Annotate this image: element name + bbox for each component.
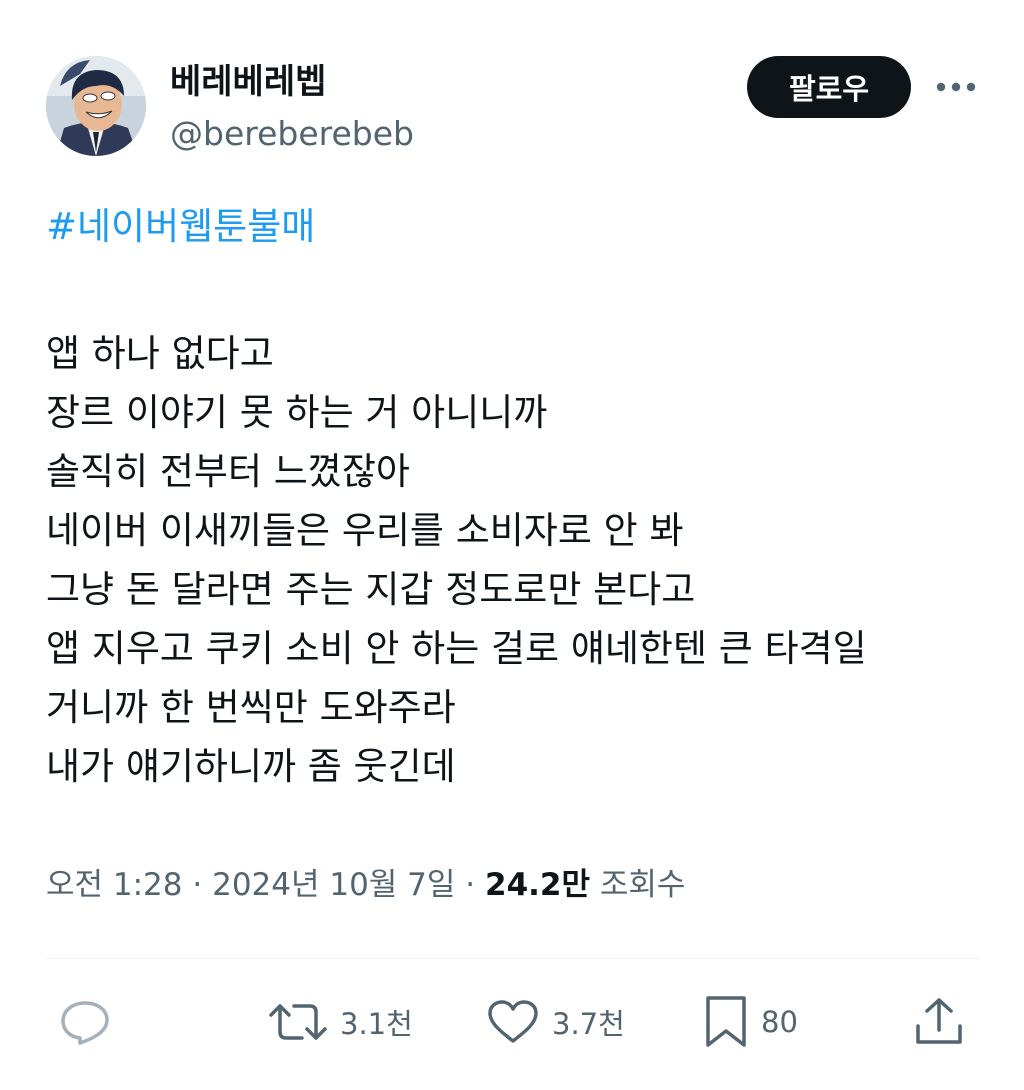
retweet-icon xyxy=(269,1004,327,1040)
ellipsis-icon xyxy=(936,82,976,92)
tweet-line: 앱 하나 없다고 xyxy=(46,332,274,375)
bookmark-count: 80 xyxy=(761,1005,798,1039)
retweet-count: 3.1천 xyxy=(340,1007,413,1041)
avatar-image xyxy=(46,56,146,156)
display-name[interactable]: 베레베레벱 xyxy=(170,60,414,104)
author-names: 베레베레벱 @bereberebeb xyxy=(170,60,414,156)
like-button[interactable]: 3.7천 xyxy=(486,992,625,1052)
tweet-date[interactable]: 2024년 10월 7일 xyxy=(212,867,455,903)
meta-separator: · xyxy=(465,867,476,903)
tweet-line: 거니까 한 번씩만 도와주라 xyxy=(46,686,456,729)
views-count[interactable]: 24.2만 xyxy=(485,867,590,903)
avatar[interactable] xyxy=(46,56,146,156)
bookmark-button[interactable]: 80 xyxy=(703,992,798,1052)
tweet-header: 베레베레벱 @bereberebeb 팔로우 xyxy=(46,56,978,156)
share-icon xyxy=(916,998,962,1044)
tweet-meta: 오전 1:28 · 2024년 10월 7일 · 24.2만 조회수 xyxy=(46,860,685,910)
share-button[interactable] xyxy=(912,992,966,1052)
tweet-body: 앱 하나 없다고 장르 이야기 못 하는 거 아니니까 솔직히 전부터 느꼈잖아… xyxy=(46,324,984,796)
hashtag-link[interactable]: #네이버웹툰불매 xyxy=(46,200,315,254)
action-bar: 3.1천 3.7천 80 xyxy=(0,992,1024,1052)
bookmark-icon xyxy=(706,996,746,1047)
heart-icon xyxy=(488,1000,538,1043)
retweet-button[interactable]: 3.1천 xyxy=(268,992,413,1052)
follow-button[interactable]: 팔로우 xyxy=(747,56,911,118)
follow-button-label: 팔로우 xyxy=(788,72,870,106)
handle[interactable]: @bereberebeb xyxy=(170,112,414,156)
reply-icon xyxy=(61,1001,109,1045)
tweet-line: 네이버 이새끼들은 우리를 소비자로 안 봐 xyxy=(46,509,684,552)
more-options-button[interactable] xyxy=(934,70,978,104)
tweet-line: 솔직히 전부터 느꼈잖아 xyxy=(46,450,410,493)
tweet-line: 그냥 돈 달라면 주는 지갑 정도로만 본다고 xyxy=(46,568,696,611)
tweet-line: 내가 얘기하니까 좀 웃긴데 xyxy=(46,745,456,788)
reply-button[interactable] xyxy=(58,992,112,1052)
like-count: 3.7천 xyxy=(552,1007,625,1041)
tweet-line: 앱 지우고 쿠키 소비 안 하는 걸로 얘네한텐 큰 타격일 xyxy=(46,627,867,670)
tweet-time[interactable]: 오전 1:28 xyxy=(46,867,183,903)
views-label: 조회수 xyxy=(599,867,686,903)
tweet-line: 장르 이야기 못 하는 거 아니니까 xyxy=(46,391,548,434)
divider xyxy=(46,958,980,959)
meta-separator: · xyxy=(192,867,203,903)
